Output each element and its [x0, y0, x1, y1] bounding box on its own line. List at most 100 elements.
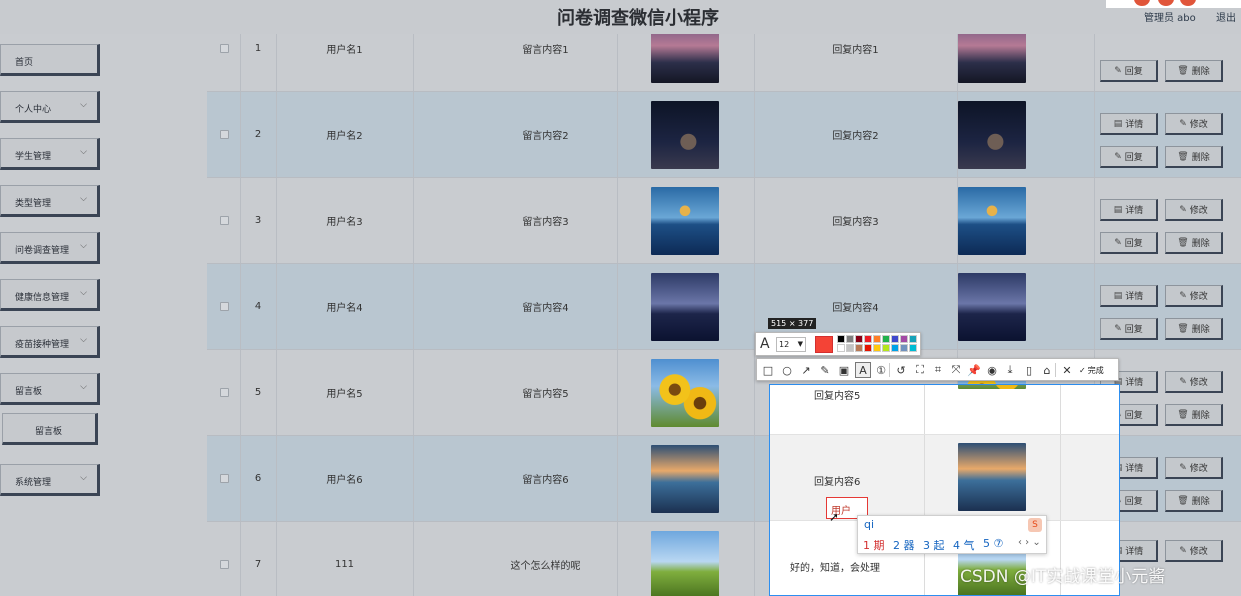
- logout-link[interactable]: 退出: [1216, 9, 1236, 24]
- long-screenshot-icon[interactable]: ▯: [1021, 362, 1037, 378]
- done-button[interactable]: ✓ 完成: [1079, 362, 1104, 378]
- color-swatch[interactable]: [846, 335, 854, 343]
- ime-candidate[interactable]: 2 器: [893, 537, 915, 553]
- column-divider: [617, 522, 618, 596]
- color-swatch[interactable]: [873, 335, 881, 343]
- delete-button[interactable]: 🗑 删除: [1165, 60, 1223, 82]
- cancel-icon[interactable]: ✕: [1059, 362, 1075, 378]
- sidebar-item[interactable]: 疫苗接种管理 ⌵: [0, 326, 100, 358]
- watermark: CSDN @IT实战课堂小元酱: [960, 567, 1166, 587]
- color-swatch[interactable]: [909, 335, 917, 343]
- row-checkbox[interactable]: [220, 388, 229, 397]
- color-swatch[interactable]: [900, 344, 908, 352]
- pencil-icon: ✎: [1114, 151, 1122, 162]
- button-label: 删除: [1191, 411, 1210, 421]
- ime-candidate[interactable]: 4 气: [953, 537, 975, 553]
- column-divider: [413, 178, 414, 263]
- delete-button[interactable]: 🗑 删除: [1165, 146, 1223, 168]
- row-checkbox[interactable]: [220, 130, 229, 139]
- color-swatch[interactable]: [846, 344, 854, 352]
- message-image: [651, 187, 719, 255]
- font-icon: A: [760, 336, 770, 352]
- translate-icon[interactable]: ⤧: [948, 362, 964, 378]
- detail-button[interactable]: ▤详情: [1100, 113, 1158, 135]
- username-cell: 111: [334, 559, 355, 570]
- color-swatch[interactable]: [900, 335, 908, 343]
- app-title: 问卷调查微信小程序: [557, 8, 719, 29]
- chevron-down-icon: ⌵: [80, 382, 87, 392]
- sidebar-item[interactable]: 首页: [0, 44, 100, 76]
- row-checkbox[interactable]: [220, 44, 229, 53]
- save-icon[interactable]: ⤓: [1002, 362, 1018, 378]
- record-icon[interactable]: ◉: [984, 362, 1000, 378]
- pen-icon[interactable]: ✎: [817, 362, 833, 378]
- row-checkbox[interactable]: [220, 302, 229, 311]
- username-cell: 用户名1: [326, 45, 363, 56]
- reply-button[interactable]: ✎回复: [1100, 318, 1158, 340]
- ocr-icon[interactable]: ⌗: [930, 362, 946, 378]
- ellipse-icon[interactable]: ○: [779, 362, 795, 378]
- button-label: 详情: [1125, 206, 1144, 216]
- reply-button[interactable]: ✎回复: [1100, 60, 1158, 82]
- delete-button[interactable]: 🗑 删除: [1165, 232, 1223, 254]
- column-divider: [413, 350, 414, 435]
- text-icon[interactable]: A: [855, 362, 871, 378]
- column-divider: [413, 264, 414, 349]
- delete-button[interactable]: 🗑 删除: [1165, 404, 1223, 426]
- sidebar-item[interactable]: 健康信息管理 ⌵: [0, 279, 100, 311]
- sidebar-item[interactable]: 学生管理 ⌵: [0, 138, 100, 170]
- color-swatch[interactable]: [891, 335, 899, 343]
- bookmark-icon[interactable]: ⌂: [1039, 362, 1055, 378]
- row-checkbox[interactable]: [220, 474, 229, 483]
- ime-page-nav[interactable]: ‹ › ⌄: [1018, 537, 1041, 548]
- color-swatch[interactable]: [855, 344, 863, 352]
- pin-icon[interactable]: ⛶: [912, 362, 928, 378]
- delete-button[interactable]: 🗑 删除: [1165, 490, 1223, 512]
- reply-button[interactable]: ✎回复: [1100, 232, 1158, 254]
- color-swatch[interactable]: [837, 335, 845, 343]
- detail-button[interactable]: ▤详情: [1100, 199, 1158, 221]
- color-swatch[interactable]: [909, 344, 917, 352]
- button-label: 回复: [1124, 67, 1143, 77]
- row-checkbox[interactable]: [220, 560, 229, 569]
- edit-button[interactable]: ✎ 修改: [1165, 457, 1223, 479]
- color-swatch[interactable]: [864, 344, 872, 352]
- color-swatch[interactable]: [864, 335, 872, 343]
- row-checkbox[interactable]: [220, 216, 229, 225]
- sidebar-item[interactable]: 系统管理 ⌵: [0, 464, 100, 496]
- delete-button[interactable]: 🗑 删除: [1165, 318, 1223, 340]
- check-icon: ✓: [1079, 365, 1086, 375]
- undo-icon[interactable]: ↺: [893, 362, 909, 378]
- sidebar-item[interactable]: 个人中心 ⌵: [0, 91, 100, 123]
- edit-button[interactable]: ✎ 修改: [1165, 540, 1223, 562]
- edit-button[interactable]: ✎ 修改: [1165, 199, 1223, 221]
- row-index: 1: [254, 43, 262, 54]
- rectangle-icon[interactable]: □: [760, 362, 776, 378]
- color-swatch[interactable]: [882, 335, 890, 343]
- arrow-icon[interactable]: ↗: [798, 362, 814, 378]
- sidebar-item[interactable]: 问卷调查管理 ⌵: [0, 232, 100, 264]
- sidebar-item[interactable]: 留言板: [2, 413, 98, 445]
- sidebar-item[interactable]: 留言板 ⌵: [0, 373, 100, 405]
- ime-candidate[interactable]: 3 起: [923, 537, 945, 553]
- edit-button[interactable]: ✎ 修改: [1165, 113, 1223, 135]
- color-swatch[interactable]: [891, 344, 899, 352]
- color-swatch[interactable]: [837, 344, 845, 352]
- color-swatch[interactable]: [873, 344, 881, 352]
- color-swatch[interactable]: [882, 344, 890, 352]
- table-row: 1 用户名1 留言内容1 回复内容1 ✎ 回复 🗑 删除: [207, 34, 1241, 92]
- edit-button[interactable]: ✎ 修改: [1165, 371, 1223, 393]
- font-size-select[interactable]: 12 ▼: [776, 337, 806, 352]
- edit-button[interactable]: ✎ 修改: [1165, 285, 1223, 307]
- reply-button[interactable]: ✎回复: [1100, 146, 1158, 168]
- detail-button[interactable]: ▤详情: [1100, 285, 1158, 307]
- current-color-swatch[interactable]: [815, 336, 833, 353]
- ime-candidate[interactable]: 1 期: [863, 537, 885, 553]
- sidebar-item[interactable]: 类型管理 ⌵: [0, 185, 100, 217]
- color-swatch[interactable]: [855, 335, 863, 343]
- pin-top-icon[interactable]: 📌: [966, 362, 982, 378]
- number-icon[interactable]: ①: [873, 362, 889, 378]
- mosaic-icon[interactable]: ▣: [836, 362, 852, 378]
- ime-candidate[interactable]: 5 ⑦: [983, 537, 1003, 550]
- document-icon: ▤: [1113, 204, 1123, 215]
